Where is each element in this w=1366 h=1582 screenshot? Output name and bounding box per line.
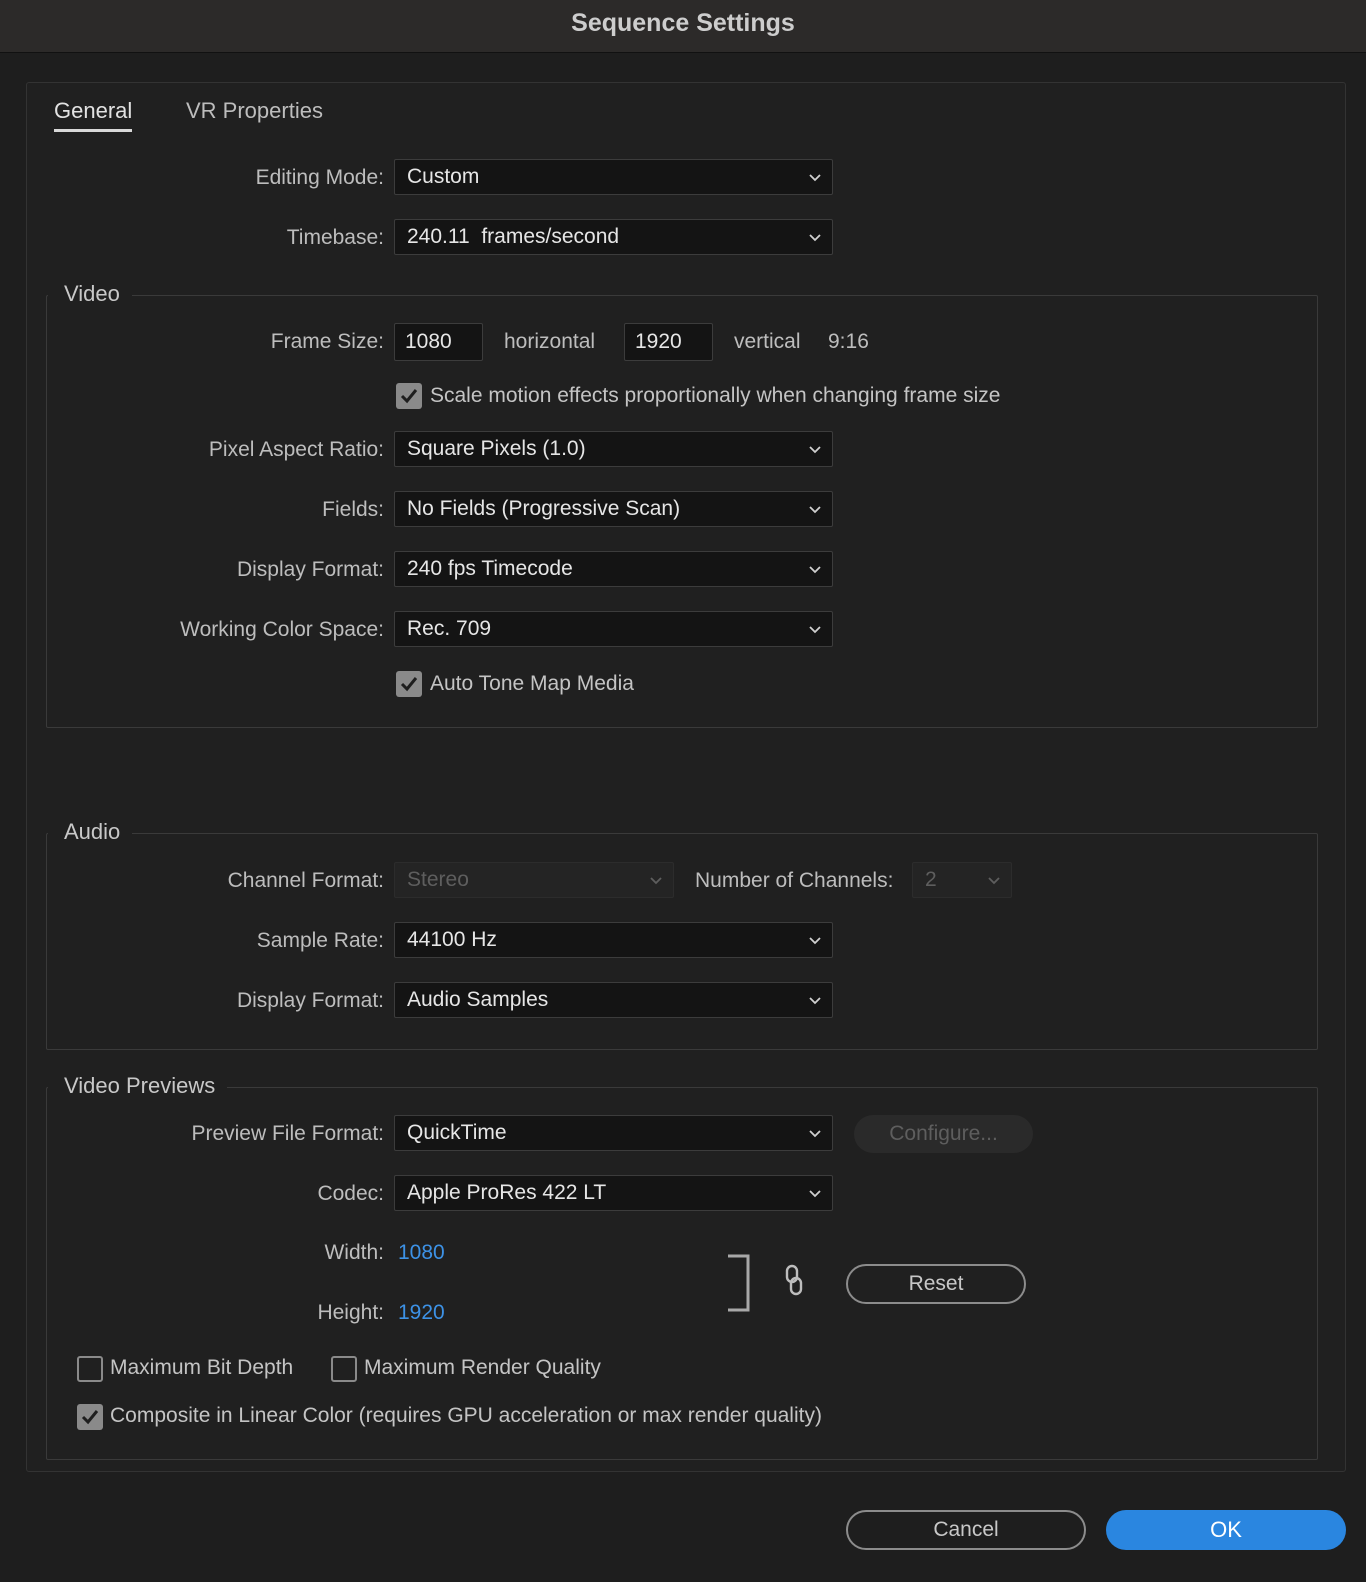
video-previews-group-title: Video Previews [48,1071,228,1101]
working-color-space-label: Working Color Space: [180,618,384,641]
auto-tone-map-checkbox[interactable] [396,671,422,697]
audio-group-title: Audio [48,817,133,847]
aspect-ratio-text: 9:16 [828,330,869,353]
chevron-down-icon [809,1190,821,1198]
channel-format-value: Stereo [407,868,469,891]
window-title: Sequence Settings [571,9,795,37]
fields-label: Fields: [322,498,384,521]
working-color-space-value: Rec. 709 [407,617,492,640]
audio-display-format-select[interactable]: Audio Samples [394,982,833,1018]
channel-format-select[interactable]: Stereo [394,862,674,898]
video-display-format-select[interactable]: 240 fps Timecode [394,551,833,587]
pixel-aspect-ratio-select[interactable]: Square Pixels (1.0) [394,431,833,467]
max-render-quality-label: Maximum Render Quality [364,1356,601,1379]
number-of-channels-select[interactable]: 2 [912,862,1012,898]
codec-label: Codec: [317,1182,384,1205]
chevron-down-icon [809,626,821,634]
checkmark-icon [81,1410,99,1425]
composite-linear-label: Composite in Linear Color (requires GPU … [110,1404,822,1427]
scale-motion-checkbox[interactable] [396,383,422,409]
editing-mode-value: Custom [407,165,480,188]
pixel-aspect-ratio-label: Pixel Aspect Ratio: [208,438,384,461]
sample-rate-select[interactable]: 44100 Hz [394,922,833,958]
preview-file-format-value: QuickTime [407,1121,507,1144]
tab-vr-properties[interactable]: VR Properties [186,96,326,132]
preview-file-format-select[interactable]: QuickTime [394,1115,833,1151]
fields-value: No Fields (Progressive Scan) [407,497,681,520]
chevron-down-icon [809,1130,821,1138]
chevron-down-icon [809,506,821,514]
audio-display-format-label: Display Format: [236,989,384,1012]
channel-format-label: Channel Format: [227,869,384,892]
max-render-quality-checkbox[interactable] [331,1356,357,1382]
sample-rate-value: 44100 Hz [407,928,497,951]
checkmark-icon [400,677,418,692]
timebase-label: Timebase: [286,226,384,249]
configure-button[interactable]: Configure... [854,1115,1033,1153]
video-group-title: Video [48,279,132,309]
codec-value: Apple ProRes 422 LT [407,1181,607,1204]
preview-file-format-label: Preview File Format: [191,1122,384,1145]
number-of-channels-value: 2 [925,868,937,891]
chevron-down-icon [809,174,821,182]
chevron-down-icon [809,566,821,574]
tab-general[interactable]: General [54,96,132,132]
max-bit-depth-label: Maximum Bit Depth [110,1356,294,1379]
cancel-button[interactable]: Cancel [846,1510,1086,1550]
chevron-down-icon [809,446,821,454]
composite-linear-checkbox[interactable] [77,1404,103,1430]
chevron-down-icon [809,937,821,945]
editing-mode-select[interactable]: Custom [394,159,833,195]
frame-width-input[interactable]: 1080 [394,323,483,361]
sample-rate-label: Sample Rate: [256,929,384,952]
auto-tone-map-label: Auto Tone Map Media [430,672,634,695]
chevron-down-icon [650,877,662,885]
codec-select[interactable]: Apple ProRes 422 LT [394,1175,833,1211]
chevron-down-icon [809,234,821,242]
chevron-down-icon [809,997,821,1005]
reset-button[interactable]: Reset [846,1264,1026,1304]
preview-width-label: Width: [324,1241,384,1264]
frame-size-label: Frame Size: [270,330,384,353]
preview-height-label: Height: [317,1301,384,1324]
working-color-space-select[interactable]: Rec. 709 [394,611,833,647]
editing-mode-label: Editing Mode: [255,166,384,189]
title-bar: Sequence Settings [0,0,1366,53]
pixel-aspect-ratio-value: Square Pixels (1.0) [407,437,586,460]
video-display-format-label: Display Format: [236,558,384,581]
video-display-format-value: 240 fps Timecode [407,557,573,580]
link-bracket-icon [728,1254,750,1312]
chevron-down-icon [988,877,1000,885]
horizontal-label: horizontal [504,330,596,353]
preview-width-value[interactable]: 1080 [398,1238,445,1268]
frame-height-input[interactable]: 1920 [624,323,713,361]
timebase-value: 240.11 frames/second [407,225,620,248]
preview-height-value[interactable]: 1920 [398,1298,445,1328]
chain-link-icon[interactable] [782,1264,806,1296]
timebase-select[interactable]: 240.11 frames/second [394,219,833,255]
checkmark-icon [400,389,418,404]
ok-button[interactable]: OK [1106,1510,1346,1550]
fields-select[interactable]: No Fields (Progressive Scan) [394,491,833,527]
max-bit-depth-checkbox[interactable] [77,1356,103,1382]
number-of-channels-label: Number of Channels: [695,869,894,892]
audio-display-format-value: Audio Samples [407,988,549,1011]
scale-motion-label: Scale motion effects proportionally when… [430,384,1001,407]
vertical-label: vertical [734,330,801,353]
